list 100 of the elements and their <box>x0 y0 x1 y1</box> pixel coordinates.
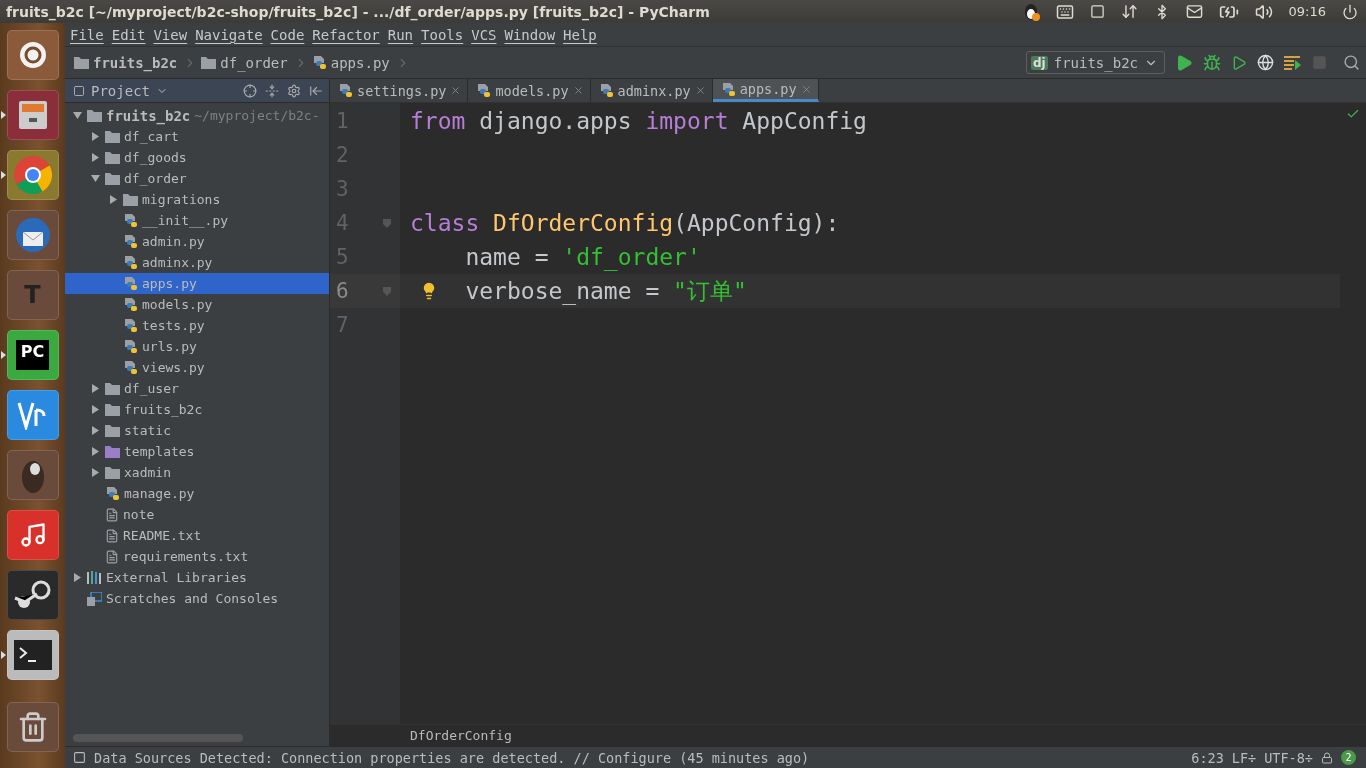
square-icon[interactable] <box>1089 4 1105 19</box>
fold-marker-icon[interactable] <box>382 286 392 296</box>
notification-count[interactable]: 2 <box>1341 750 1356 765</box>
tree-item[interactable]: df_order <box>65 168 329 189</box>
line-separator[interactable]: LF÷ <box>1231 749 1257 766</box>
status-message[interactable]: Data Sources Detected: Connection properties are detected. // Configure (45 minutes ago) <box>94 749 810 766</box>
tree-item[interactable]: migrations <box>65 189 329 210</box>
breadcrumb[interactable]: apps.py <box>311 54 390 71</box>
close-icon[interactable] <box>694 85 706 96</box>
collapsed-arrow-icon[interactable] <box>91 132 99 141</box>
menu-item[interactable]: Run <box>387 26 420 43</box>
power-icon[interactable] <box>1342 3 1358 20</box>
network-icon[interactable] <box>1120 3 1138 20</box>
trash-icon[interactable] <box>6 702 59 752</box>
editor-breadcrumb[interactable]: DfOrderConfig <box>410 728 512 743</box>
tree-item[interactable]: requirements.txt <box>65 546 329 567</box>
lock-icon[interactable] <box>1321 751 1333 764</box>
menu-item[interactable]: Help <box>563 26 603 43</box>
keyboard-icon[interactable] <box>1055 2 1074 21</box>
editor-tab[interactable]: settings.py <box>330 79 469 102</box>
menu-item[interactable]: Code <box>270 26 311 43</box>
tree-item[interactable]: admin.py <box>65 231 329 252</box>
run-configuration-dropdown[interactable]: dj fruits_b2c <box>1026 51 1165 74</box>
collapsed-arrow-icon[interactable] <box>91 153 99 162</box>
tree-item[interactable]: __init__.py <box>65 210 329 231</box>
breadcrumb[interactable]: fruits_b2c <box>74 54 178 71</box>
tree-item[interactable]: xadmin <box>65 462 329 483</box>
tree-item[interactable]: manage.py <box>65 483 329 504</box>
tool-window-icon[interactable] <box>73 751 86 764</box>
tree-item[interactable]: views.py <box>65 357 329 378</box>
menu-item[interactable]: Navigate <box>195 26 269 43</box>
tree-item[interactable]: df_goods <box>65 147 329 168</box>
expanded-arrow-icon[interactable] <box>72 112 82 119</box>
collapsed-arrow-icon[interactable] <box>91 384 99 393</box>
tree-item[interactable]: adminx.py <box>65 252 329 273</box>
profile-icon[interactable] <box>1257 54 1274 71</box>
tree-item[interactable]: Scratches and Consoles <box>65 588 329 609</box>
tree-item[interactable]: static <box>65 420 329 441</box>
bird-mail-icon[interactable] <box>6 210 59 260</box>
run-icon[interactable] <box>1175 53 1193 72</box>
ubuntu-logo-icon[interactable] <box>6 30 59 80</box>
settings-icon[interactable] <box>287 83 301 98</box>
file-cabinet-icon[interactable] <box>6 90 59 140</box>
fold-marker-icon[interactable] <box>382 218 392 228</box>
menu-item[interactable]: View <box>153 26 194 43</box>
close-icon[interactable] <box>450 85 462 96</box>
tree-item[interactable]: urls.py <box>65 336 329 357</box>
menu-item[interactable]: File <box>70 26 110 43</box>
collapse-all-icon[interactable] <box>265 83 279 98</box>
close-icon[interactable] <box>572 85 584 96</box>
collapsed-arrow-icon[interactable] <box>109 195 117 204</box>
steam-icon[interactable] <box>6 570 59 620</box>
panel-title[interactable]: Project <box>91 82 150 99</box>
breadcrumb[interactable]: df_order <box>201 54 288 71</box>
tree-item[interactable]: df_user <box>65 378 329 399</box>
clock[interactable]: 09:16 <box>1288 4 1326 19</box>
menu-item[interactable]: Edit <box>111 26 152 43</box>
search-icon[interactable] <box>1343 54 1360 71</box>
item-label: requirements.txt <box>123 549 249 564</box>
tree-item[interactable]: apps.py <box>65 273 329 294</box>
tree-item[interactable]: README.txt <box>65 525 329 546</box>
collapsed-arrow-icon[interactable] <box>91 426 99 435</box>
tree-item[interactable]: templates <box>65 441 329 462</box>
tree-item[interactable]: fruits_b2c ~/myproject/b2c- <box>65 105 329 126</box>
vnc-icon[interactable] <box>6 390 59 440</box>
tree-item[interactable]: tests.py <box>65 315 329 336</box>
tree-item[interactable]: fruits_b2c <box>65 399 329 420</box>
collapsed-arrow-icon[interactable] <box>91 447 99 456</box>
hide-panel-icon[interactable] <box>309 83 323 98</box>
music-icon[interactable] <box>6 510 59 560</box>
beaver-icon[interactable] <box>6 450 59 500</box>
collapsed-arrow-icon[interactable] <box>73 573 81 582</box>
python-file-icon <box>720 81 736 97</box>
menu-item[interactable]: VCS <box>471 26 503 43</box>
collapsed-arrow-icon[interactable] <box>91 468 99 477</box>
mail-icon[interactable] <box>1185 3 1203 20</box>
tree-item[interactable]: models.py <box>65 294 329 315</box>
editor-tab[interactable]: models.py <box>468 79 591 102</box>
tree-item[interactable]: External Libraries <box>65 567 329 588</box>
editor-tab[interactable]: adminx.py <box>590 79 713 102</box>
menu-item[interactable]: Refactor <box>312 26 386 43</box>
caret-position[interactable]: 6:23 <box>1191 749 1224 766</box>
collapsed-arrow-icon[interactable] <box>91 405 99 414</box>
expanded-arrow-icon[interactable] <box>90 175 100 182</box>
tree-item[interactable]: df_cart <box>65 126 329 147</box>
terminal-icon[interactable] <box>6 630 59 680</box>
menu-item[interactable]: Tools <box>421 26 470 43</box>
locate-icon[interactable] <box>243 83 257 98</box>
coverage-icon[interactable] <box>1231 54 1247 71</box>
code-line: class DfOrderConfig(AppConfig): <box>410 210 840 236</box>
scrollbar[interactable] <box>73 734 243 742</box>
volume-icon[interactable] <box>1254 2 1273 21</box>
chrome-icon[interactable] <box>6 150 59 200</box>
concurrency-icon[interactable] <box>1284 55 1302 70</box>
menu-item[interactable]: Window <box>504 26 562 43</box>
editor-tab[interactable]: apps.py <box>712 79 819 102</box>
debug-icon[interactable] <box>1203 53 1221 72</box>
tree-item[interactable]: note <box>65 504 329 525</box>
encoding[interactable]: UTF-8÷ <box>1264 749 1313 766</box>
pycharm-icon[interactable]: PC <box>6 330 59 380</box>
